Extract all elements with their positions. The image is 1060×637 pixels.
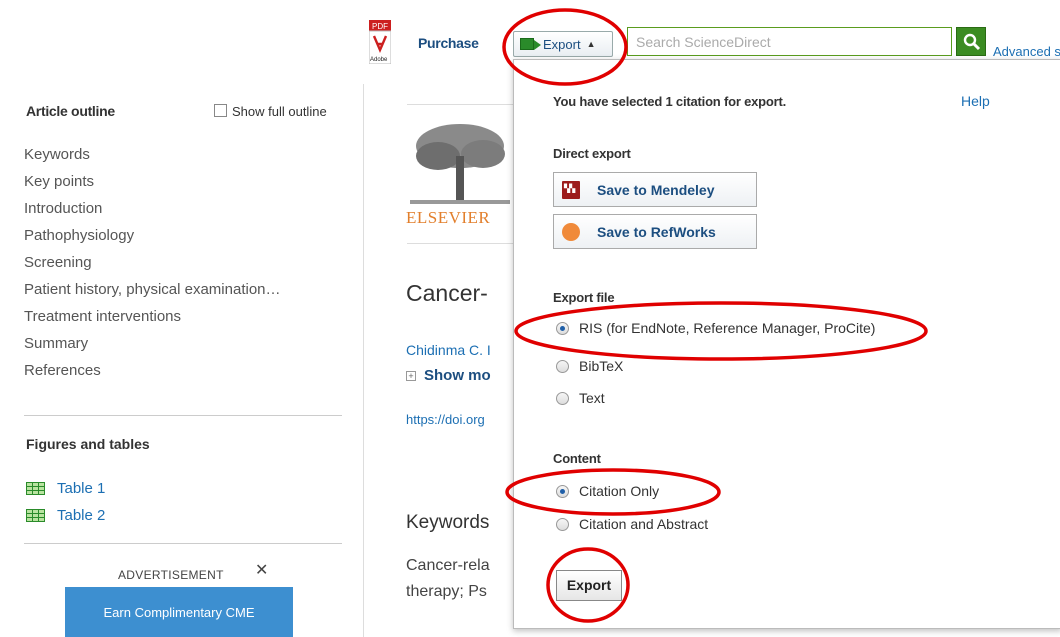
export-button[interactable]: Export ▲ <box>513 31 613 57</box>
mendeley-icon <box>562 180 580 199</box>
adobe-text: Adobe <box>370 57 388 63</box>
elsevier-tree-logo <box>410 124 510 204</box>
table-2-label: Table 2 <box>57 507 106 524</box>
outline-item-patient-history[interactable]: Patient history, physical examination… <box>24 276 281 303</box>
save-to-refworks-button[interactable]: Save to RefWorks <box>553 214 757 249</box>
purchase-link[interactable]: Purchase <box>418 35 479 51</box>
help-link[interactable]: Help <box>961 93 990 109</box>
radio-bibtex[interactable]: BibTeX <box>556 358 623 374</box>
radio-ris[interactable]: RIS (for EndNote, Reference Manager, Pro… <box>556 320 875 336</box>
radio-button[interactable] <box>556 391 569 405</box>
export-icon <box>520 38 541 50</box>
keywords-line: Cancer-rela <box>406 557 490 574</box>
radio-text-label: Text <box>579 390 605 406</box>
outline-item-introduction[interactable]: Introduction <box>24 195 281 222</box>
keywords-text: Cancer-rela therapy; Ps <box>406 553 490 605</box>
outline-list: Keywords Key points Introduction Pathoph… <box>24 141 281 384</box>
author-link[interactable]: Chidinma C. I <box>406 342 491 358</box>
radio-bibtex-label: BibTeX <box>579 358 624 374</box>
radio-citation-only-label: Citation Only <box>579 483 660 499</box>
save-refworks-label: Save to RefWorks <box>597 223 716 240</box>
radio-citation-abstract-label: Citation and Abstract <box>579 516 709 532</box>
radio-button[interactable] <box>556 359 569 373</box>
search-input[interactable]: Search ScienceDirect <box>627 27 952 56</box>
pdf-icon[interactable]: PDF Adobe <box>369 20 391 64</box>
radio-citation-only[interactable]: Citation Only <box>556 483 659 499</box>
radio-button[interactable] <box>556 517 569 531</box>
elsevier-wordmark: ELSEVIER <box>406 208 491 227</box>
sidebar-divider <box>24 543 342 544</box>
radio-button[interactable] <box>556 321 569 335</box>
cme-ad-banner[interactable]: Earn Complimentary CME <box>65 587 293 637</box>
show-full-outline-label[interactable]: Show full outline <box>232 104 327 119</box>
advanced-search-link[interactable]: Advanced se <box>993 44 1060 59</box>
radio-text[interactable]: Text <box>556 390 605 406</box>
article-title: Cancer- <box>406 280 488 306</box>
show-more-label: Show mo <box>424 367 491 384</box>
main-rule <box>407 104 517 105</box>
chevron-up-icon: ▲ <box>586 39 596 49</box>
sidebar-divider <box>24 415 342 416</box>
radio-citation-abstract[interactable]: Citation and Abstract <box>556 516 708 532</box>
outline-item-references[interactable]: References <box>24 357 281 384</box>
main-rule <box>407 243 517 244</box>
table-1-label: Table 1 <box>57 480 106 497</box>
advertisement-label: ADVERTISEMENT <box>118 568 224 582</box>
close-ad-icon[interactable]: ✕ <box>255 560 268 580</box>
table-1-link[interactable]: Table 1 <box>26 480 105 497</box>
figures-tables-heading: Figures and tables <box>26 436 150 452</box>
radio-ris-label: RIS (for EndNote, Reference Manager, Pro… <box>579 320 876 336</box>
table-icon <box>26 509 45 522</box>
export-dropdown-panel <box>513 59 1060 629</box>
expand-icon: + <box>406 371 416 381</box>
direct-export-heading: Direct export <box>553 146 631 161</box>
export-file-heading: Export file <box>553 290 615 305</box>
table-icon <box>26 482 45 495</box>
export-submit-button[interactable]: Export <box>556 570 622 601</box>
keywords-line: therapy; Ps <box>406 583 487 600</box>
show-more-toggle[interactable]: + Show mo <box>406 367 491 384</box>
table-2-link[interactable]: Table 2 <box>26 507 105 524</box>
keywords-heading: Keywords <box>406 512 490 533</box>
export-label: Export <box>543 36 581 52</box>
search-button[interactable] <box>956 27 986 56</box>
main-divider <box>363 84 364 637</box>
show-full-outline-checkbox[interactable] <box>214 104 227 117</box>
pdf-text: PDF <box>372 22 388 31</box>
outline-item-summary[interactable]: Summary <box>24 330 281 357</box>
outline-item-pathophysiology[interactable]: Pathophysiology <box>24 222 281 249</box>
export-panel-heading: You have selected 1 citation for export. <box>553 94 787 109</box>
save-mendeley-label: Save to Mendeley <box>597 181 715 198</box>
radio-button[interactable] <box>556 484 569 498</box>
outline-item-keywords[interactable]: Keywords <box>24 141 281 168</box>
doi-link[interactable]: https://doi.org <box>406 412 485 427</box>
save-to-mendeley-button[interactable]: Save to Mendeley <box>553 172 757 207</box>
search-icon <box>963 33 981 51</box>
refworks-icon <box>562 222 580 241</box>
outline-item-key-points[interactable]: Key points <box>24 168 281 195</box>
outline-item-treatment[interactable]: Treatment interventions <box>24 303 281 330</box>
article-outline-heading: Article outline <box>26 103 115 119</box>
content-heading: Content <box>553 451 601 466</box>
outline-item-screening[interactable]: Screening <box>24 249 281 276</box>
